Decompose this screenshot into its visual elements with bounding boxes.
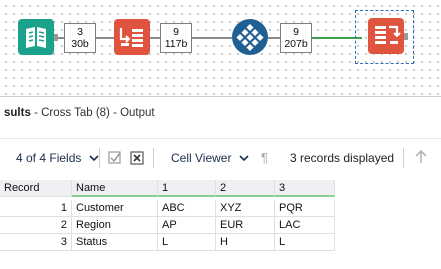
results-title: sults - Cross Tab (8) - Output (4, 107, 155, 119)
records-displayed: 3 records displayed (290, 151, 395, 165)
book-icon (18, 19, 54, 55)
record-count-badge: 9 117b (160, 23, 192, 53)
cross-tab-tool[interactable] (114, 19, 150, 55)
input-data-tool[interactable] (18, 19, 54, 55)
connection-line (268, 37, 280, 39)
value-cell[interactable]: L (275, 234, 335, 251)
record-count-badge: 9 207b (280, 23, 312, 53)
connection-line (96, 37, 114, 39)
table-row[interactable]: 3 Status L H L (0, 234, 335, 251)
cross-tab-icon (368, 18, 404, 54)
badge-size: 117b (164, 38, 188, 50)
value-cell[interactable]: L (158, 234, 216, 251)
pilcrow-icon[interactable]: ¶ (261, 150, 268, 165)
table-row[interactable]: 1 Customer ABC XYZ PQR (0, 200, 335, 217)
record-count-badge: 3 30b (64, 23, 96, 53)
value-cell[interactable]: PQR (275, 200, 335, 217)
column-header-3[interactable]: 3 (275, 180, 335, 197)
name-cell[interactable]: Customer (72, 200, 158, 217)
toolbar-divider (153, 148, 154, 168)
formula-tool[interactable] (232, 19, 268, 55)
output-anchor[interactable] (404, 33, 408, 40)
record-cell[interactable]: 2 (0, 217, 72, 234)
badge-records: 9 (293, 26, 299, 38)
table-header-row: Record Name 1 2 3 (0, 180, 335, 197)
column-header-1[interactable]: 1 (158, 180, 216, 197)
cross-tab-icon (114, 19, 150, 55)
value-cell[interactable]: EUR (216, 217, 275, 234)
cross-tab-tool-selected[interactable] (368, 18, 404, 54)
results-header: sults - Cross Tab (8) - Output (0, 96, 441, 126)
fields-dropdown[interactable]: 4 of 4 Fields (16, 151, 99, 165)
table-row[interactable]: 2 Region AP EUR LAC (0, 217, 335, 234)
value-cell[interactable]: H (216, 234, 275, 251)
column-header-2[interactable]: 2 (216, 180, 275, 197)
badge-size: 30b (71, 38, 89, 50)
cell-viewer-dropdown[interactable]: Cell Viewer (171, 151, 249, 165)
cell-viewer-label: Cell Viewer (171, 151, 232, 165)
value-cell[interactable]: AP (158, 217, 216, 234)
results-toolbar: 4 of 4 Fields Cell Viewer ¶ 3 records di… (0, 138, 441, 176)
up-arrow-icon[interactable] (415, 149, 427, 169)
chevron-down-icon (239, 155, 249, 162)
results-title-suffix: - Cross Tab (8) - Output (30, 107, 155, 119)
checkbox-icon[interactable] (108, 151, 122, 170)
value-cell[interactable]: ABC (158, 200, 216, 217)
badge-records: 3 (77, 26, 83, 38)
record-cell[interactable]: 1 (0, 200, 72, 217)
delete-icon[interactable] (130, 151, 144, 170)
chevron-down-icon (89, 155, 99, 162)
column-header-name[interactable]: Name (72, 180, 158, 197)
badge-size: 207b (284, 38, 308, 50)
toolbar-divider (403, 148, 404, 168)
results-title-prefix: sults (4, 107, 31, 119)
value-cell[interactable]: LAC (275, 217, 335, 234)
column-header-record[interactable]: Record (0, 180, 72, 197)
toolbar-divider (99, 148, 100, 168)
badge-records: 9 (173, 26, 179, 38)
fields-label: 4 of 4 Fields (16, 151, 82, 165)
connection-line (192, 37, 232, 39)
record-cell[interactable]: 3 (0, 234, 72, 251)
connection-line (150, 37, 160, 39)
diamond-grid-icon (232, 19, 268, 55)
name-cell[interactable]: Region (72, 217, 158, 234)
value-cell[interactable]: XYZ (216, 200, 275, 217)
name-cell[interactable]: Status (72, 234, 158, 251)
workflow-canvas[interactable]: 3 30b 9 117b 9 207b (0, 0, 441, 95)
